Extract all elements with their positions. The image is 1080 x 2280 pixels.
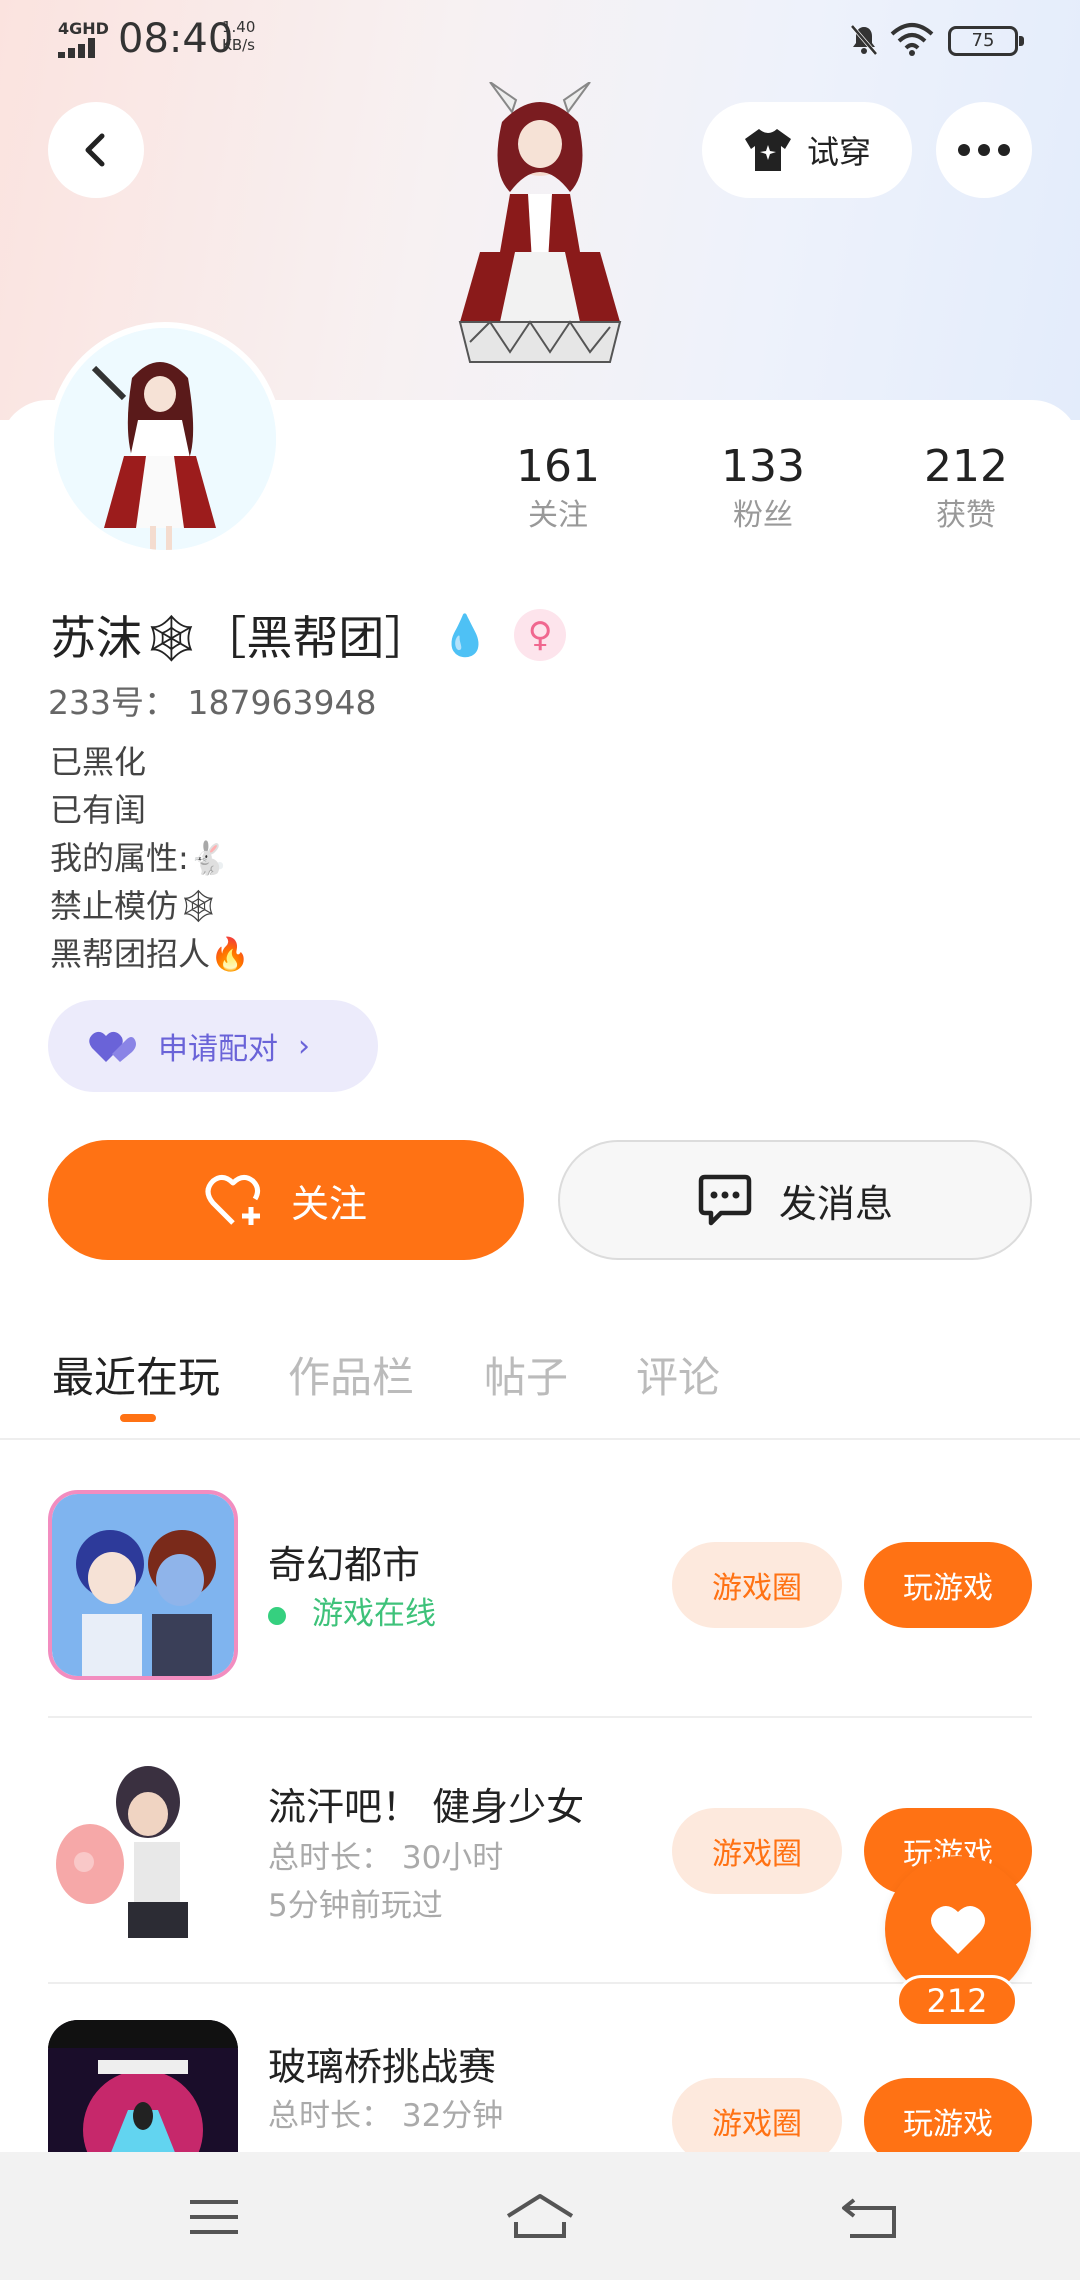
home-icon[interactable] (504, 2192, 576, 2242)
active-tab-indicator (120, 1414, 156, 1422)
clock: 08:40 (118, 16, 234, 62)
more-button[interactable] (936, 102, 1032, 198)
tab-comments[interactable]: 评论 (636, 1344, 720, 1405)
avatar-image (54, 328, 276, 550)
online-dot-icon (268, 1606, 286, 1625)
tshirt-icon (744, 129, 791, 171)
battery-icon: 75 (948, 26, 1024, 56)
follow-label: 关注 (290, 1181, 367, 1226)
heart-icon (931, 1905, 985, 1954)
bio-line: 我的属性:🐇 (50, 839, 229, 877)
game-item[interactable]: 玻璃桥挑战赛 总时长： 32分钟 游戏圈 玩游戏 (48, 1986, 1032, 2152)
bio: 已黑化 已有闺 我的属性:🐇 禁止模仿🕸 黑帮团招人🔥 (50, 738, 250, 978)
followers-count: 133 (721, 441, 805, 492)
network-type: 4GHD (58, 19, 109, 38)
speed-value: 1.40 (222, 18, 256, 36)
likes-count: 212 (924, 441, 1008, 492)
name-emoji: 💧 (440, 612, 491, 659)
bio-line: 黑帮团招人🔥 (50, 935, 250, 973)
bio-line: 已黑化 (50, 743, 147, 781)
chevron-right-icon: › (298, 1028, 310, 1064)
game-icon (48, 1752, 238, 1942)
stat-following[interactable]: 161 关注 (478, 440, 638, 538)
gender-female-icon: ♀ (514, 609, 567, 661)
avatar[interactable] (48, 322, 282, 556)
bell-muted-icon (850, 24, 878, 56)
tab-posts[interactable]: 帖子 (484, 1344, 568, 1405)
double-heart-icon (89, 1031, 136, 1062)
game-last-played: 5分钟前玩过 (268, 1888, 443, 1924)
play-game-button[interactable]: 玩游戏 (864, 2078, 1032, 2152)
profile-tabs: 最近在玩 作品栏 帖子 评论 (0, 1330, 1080, 1440)
play-game-button[interactable]: 玩游戏 (864, 1542, 1032, 1628)
game-circle-button[interactable]: 游戏圈 (672, 1542, 842, 1628)
back-button[interactable] (48, 102, 144, 198)
send-message-button[interactable]: 发消息 (558, 1140, 1032, 1260)
status-bar: 4GHD 08:40 1.40 KB/s 75 (0, 0, 1080, 80)
following-label: 关注 (528, 498, 588, 533)
game-item[interactable]: 流汗吧！ 健身少女 总时长： 30小时 5分钟前玩过 游戏圈 玩游戏 (48, 1720, 1032, 1984)
speed-unit: KB/s (222, 36, 255, 54)
send-message-label: 发消息 (778, 1181, 893, 1226)
bio-line: 禁止模仿🕸 (50, 887, 219, 925)
game-icon (48, 2020, 238, 2152)
user-id: 233号： 187963948 (48, 683, 377, 722)
game-online-status: 游戏在线 (268, 1588, 436, 1633)
game-circle-button[interactable]: 游戏圈 (672, 2078, 842, 2152)
chat-bubble-icon (698, 1174, 752, 1226)
stat-likes[interactable]: 212 获赞 (886, 440, 1046, 538)
online-status-label: 游戏在线 (312, 1596, 436, 1632)
menu-icon[interactable] (184, 2192, 244, 2242)
network-speed: 1.40 KB/s (222, 18, 255, 54)
stat-followers[interactable]: 133 粉丝 (683, 440, 843, 538)
apply-match-button[interactable]: 申请配对 › (48, 1000, 378, 1092)
apply-match-label: 申请配对 (158, 1032, 278, 1067)
bio-line: 已有闺 (50, 791, 147, 829)
more-dots-icon (958, 144, 1010, 156)
game-icon (48, 1490, 238, 1680)
heart-plus-icon (205, 1175, 261, 1225)
game-title: 流汗吧！ 健身少女 (268, 1785, 585, 1829)
back-arrow-icon (85, 133, 105, 167)
tab-recently-played[interactable]: 最近在玩 (52, 1344, 220, 1405)
follow-button[interactable]: 关注 (48, 1140, 524, 1260)
likes-label: 获赞 (936, 498, 996, 533)
name-row: 苏沫🕸［黑帮团］ 💧 ♀ (50, 600, 567, 670)
user-name: 苏沫🕸［黑帮团］ (50, 611, 431, 665)
like-count: 212 (896, 1975, 1018, 2027)
game-duration: 总时长： 30小时 (268, 1840, 504, 1876)
back-nav-icon[interactable] (840, 2192, 900, 2242)
try-on-button[interactable]: 试穿 (702, 102, 912, 198)
tab-works[interactable]: 作品栏 (288, 1344, 414, 1405)
battery-level: 75 (971, 30, 995, 51)
game-item[interactable]: 奇幻都市 游戏在线 游戏圈 玩游戏 (48, 1454, 1032, 1718)
signal-icon (58, 38, 102, 58)
wifi-icon (890, 23, 934, 56)
game-circle-button[interactable]: 游戏圈 (672, 1808, 842, 1894)
following-count: 161 (516, 441, 600, 492)
game-title: 奇幻都市 (268, 1543, 421, 1587)
game-duration: 总时长： 32分钟 (268, 2098, 504, 2134)
character-outfit-image (458, 82, 622, 363)
followers-label: 粉丝 (733, 498, 793, 533)
system-nav-bar (0, 2152, 1080, 2280)
try-on-label: 试穿 (806, 133, 871, 171)
game-title: 玻璃桥挑战赛 (268, 2045, 497, 2089)
